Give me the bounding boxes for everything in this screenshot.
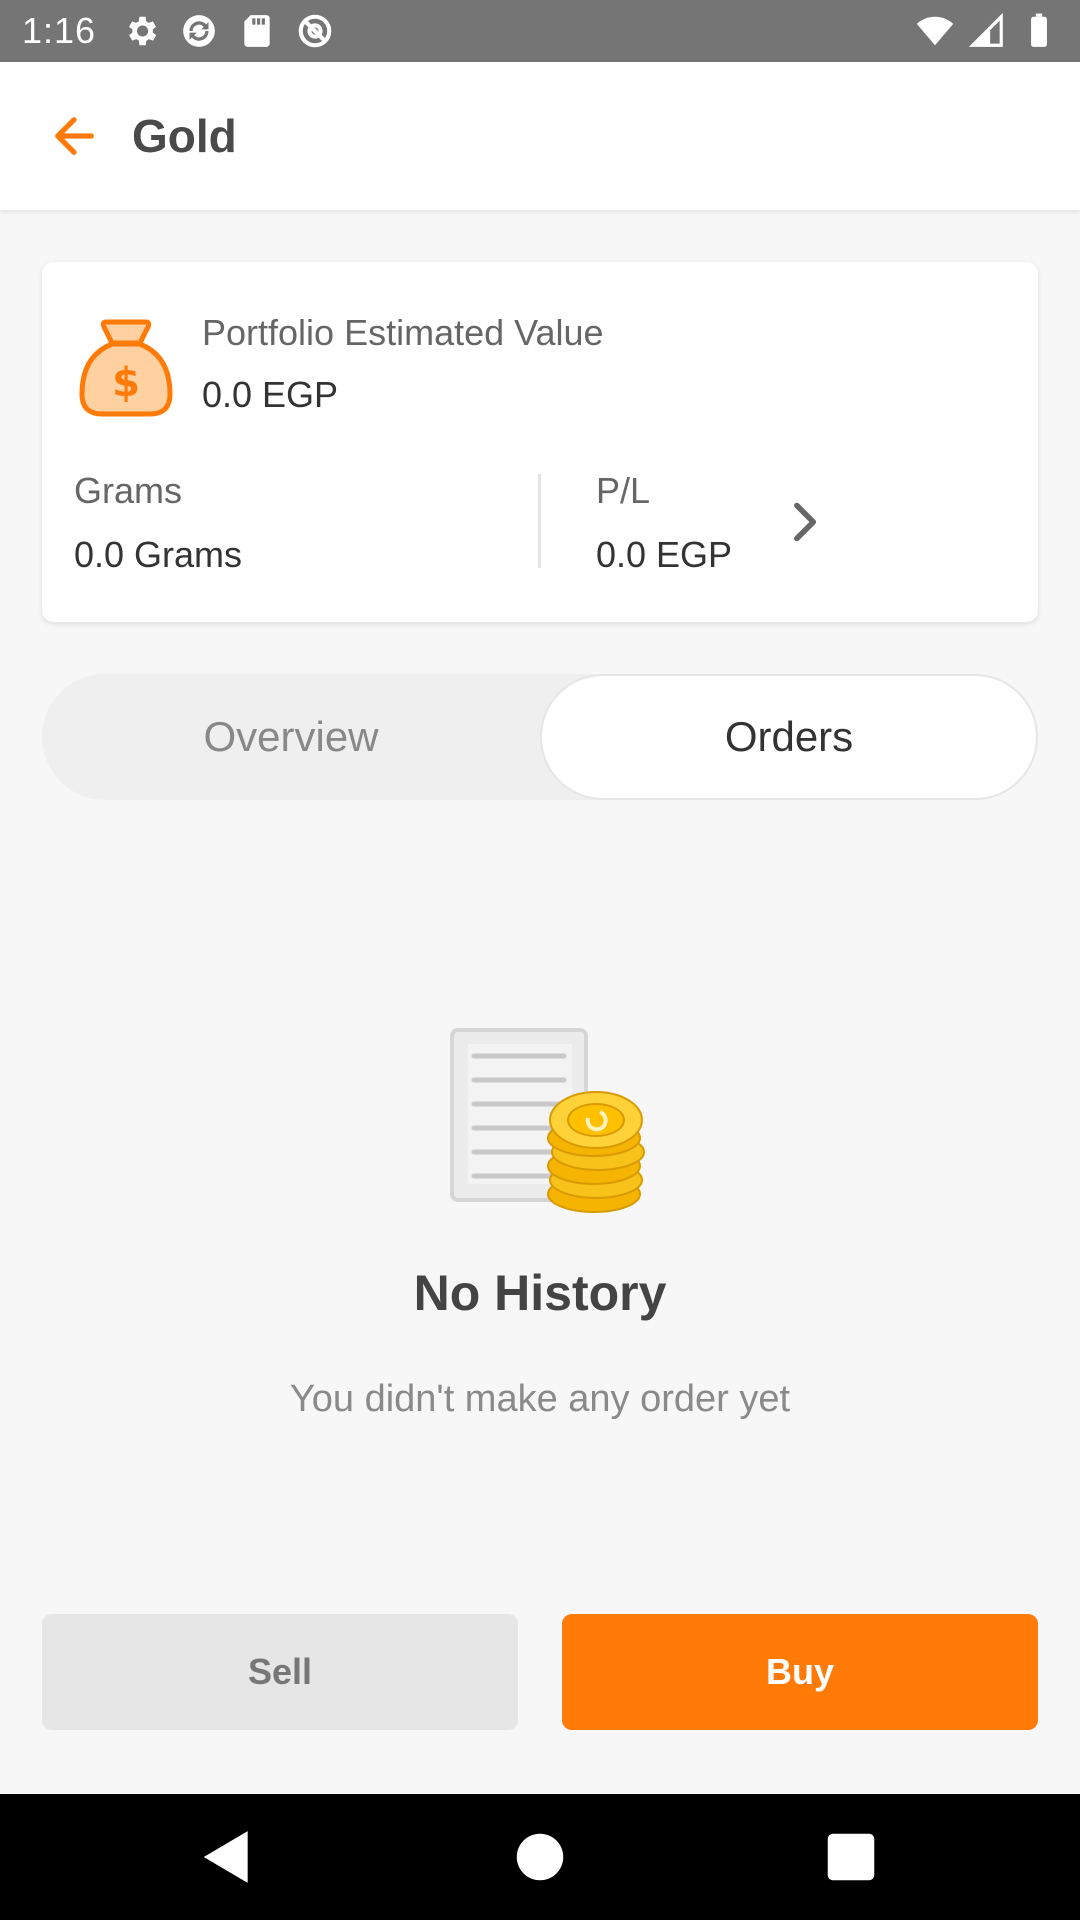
pl-value: 0.0 EGP xyxy=(596,534,733,575)
pl-label: P/L xyxy=(596,470,651,511)
wifi-icon xyxy=(916,12,954,50)
status-bar: 1:16 xyxy=(0,0,1080,62)
tab-overview[interactable]: Overview xyxy=(42,674,540,800)
arrow-left-icon xyxy=(55,117,94,155)
grams-value: 0.0 Grams xyxy=(74,534,243,575)
grams-label: Grams xyxy=(74,470,182,511)
empty-state-title: No History xyxy=(413,1265,667,1321)
gear-icon xyxy=(122,12,160,50)
portfolio-card: $ Portfolio Estimated Value 0.0 EGP Gram… xyxy=(42,262,1038,622)
nav-back-icon[interactable] xyxy=(196,1826,258,1888)
document-coins-icon xyxy=(448,1026,648,1218)
status-notification-icons xyxy=(122,12,334,50)
nav-home-icon[interactable] xyxy=(509,1826,571,1888)
empty-state-subtitle: You didn't make any order yet xyxy=(289,1378,791,1420)
status-system-icons xyxy=(916,12,1058,50)
tab-orders[interactable]: Orders xyxy=(540,674,1038,800)
svg-text:$: $ xyxy=(112,360,140,406)
tab-bar: Overview Orders xyxy=(42,674,1038,800)
sync-icon xyxy=(180,12,218,50)
status-time: 1:16 xyxy=(22,10,97,51)
sd-card-icon xyxy=(238,12,276,50)
money-bag-icon: $ xyxy=(76,314,176,420)
buy-button[interactable]: Buy xyxy=(562,1614,1038,1730)
portfolio-value-label: Portfolio Estimated Value xyxy=(202,312,604,353)
app-bar: Gold xyxy=(0,62,1080,210)
portfolio-value: 0.0 EGP xyxy=(202,374,339,415)
nav-recents-icon[interactable] xyxy=(820,1826,882,1888)
at-icon xyxy=(296,12,334,50)
signal-icon xyxy=(968,12,1006,50)
stat-divider xyxy=(538,474,541,568)
page-title: Gold xyxy=(132,110,237,162)
system-nav-bar xyxy=(0,1794,1080,1920)
chevron-right-icon[interactable] xyxy=(784,494,828,550)
sell-button[interactable]: Sell xyxy=(42,1614,518,1730)
battery-icon xyxy=(1020,12,1058,50)
back-button[interactable] xyxy=(46,108,102,164)
